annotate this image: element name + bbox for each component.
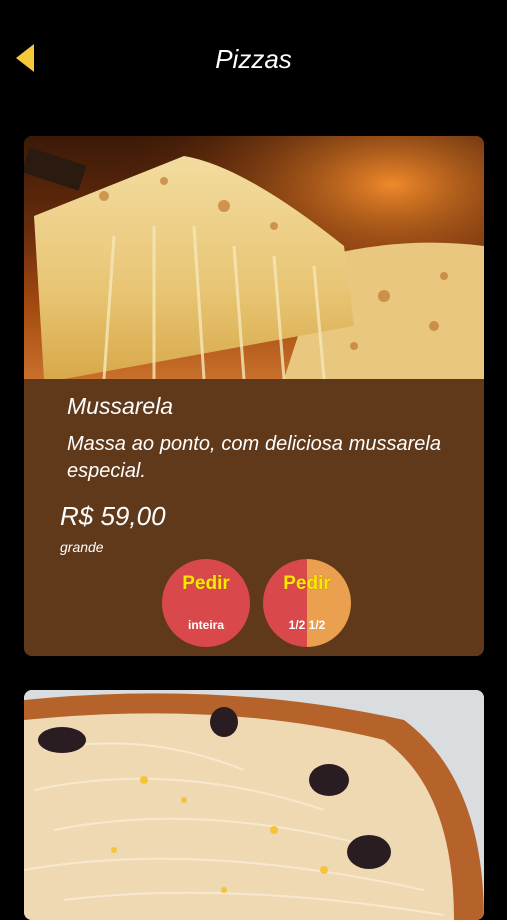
pizza-price: R$ 59,00 [60,501,166,531]
pizza-size: grande [60,539,104,555]
order-half-label: Pedir [283,573,331,594]
order-half-button[interactable]: Pedir 1/2 1/2 [263,559,351,647]
order-half-sublabel: 1/2 1/2 [288,618,326,632]
pizza-description: Massa ao ponto, com deliciosa mussarela … [67,433,441,482]
order-whole-sublabel: inteira [187,618,224,632]
order-whole-button[interactable]: Pedir inteira [162,559,250,647]
pizza-photo [24,690,484,920]
menu-item-card[interactable] [24,690,484,920]
pizza-photo [24,136,484,379]
pizza-name: Mussarela [67,393,174,419]
page-title: Pizzas [215,44,292,74]
app-header: Pizzas [0,0,507,120]
menu-item-info: Mussarela Massa ao ponto, com deliciosa … [24,379,484,656]
menu-item-card[interactable]: Mussarela Massa ao ponto, com deliciosa … [24,136,484,656]
order-whole-label: Pedir [182,573,230,594]
